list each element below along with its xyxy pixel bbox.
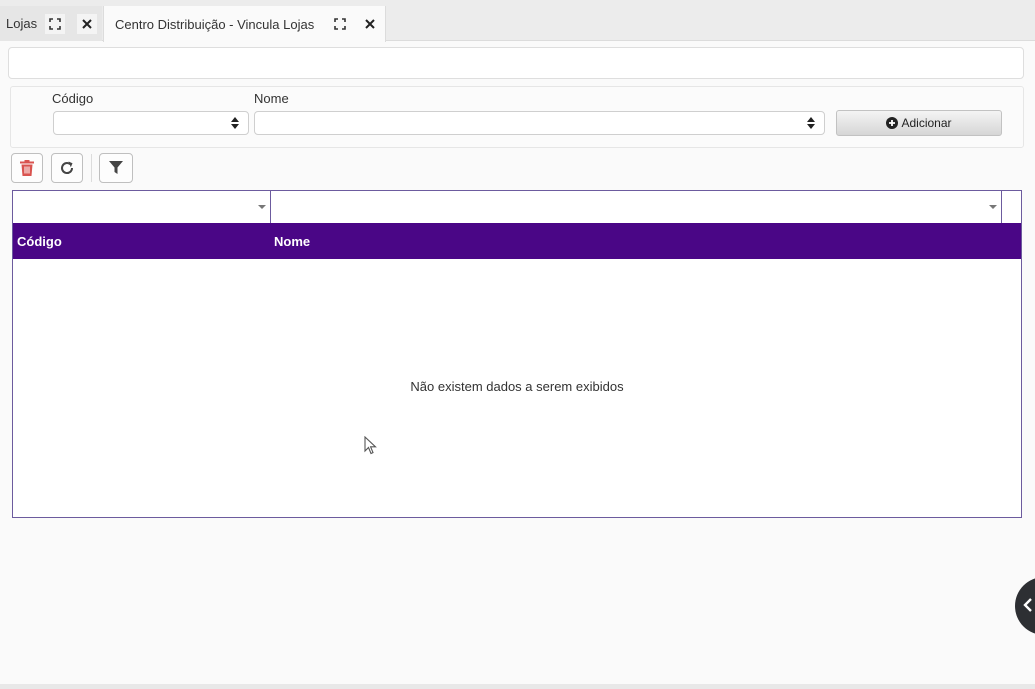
codigo-filter-cell[interactable] [13,191,271,223]
tab-bar: Lojas Centro Distribuição - Vincula Loja… [0,0,1035,42]
sort-arrows-icon [231,117,239,129]
top-panel [8,47,1024,79]
delete-button[interactable] [11,153,43,183]
tab-label: Lojas [6,16,38,31]
add-button[interactable]: Adicionar [836,110,1002,136]
tab-centro-distribuicao[interactable]: Centro Distribuição - Vincula Lojas [103,6,386,42]
plus-circle-icon [886,117,899,129]
filter-button[interactable] [99,153,133,183]
chevron-left-icon [1023,598,1032,612]
expand-icon[interactable] [45,14,65,34]
sort-arrows-icon [807,117,815,129]
column-header-codigo[interactable]: Código [17,234,62,249]
caret-down-icon [258,205,266,209]
grid-filter-row [13,191,1021,223]
refresh-button[interactable] [51,153,83,183]
grid-header: Código Nome [13,223,1021,259]
nome-filter-cell[interactable] [271,191,1002,223]
side-panel-toggle-button[interactable] [1015,577,1035,635]
trash-icon [20,160,34,176]
expand-icon[interactable] [330,14,350,34]
add-button-label: Adicionar [901,116,952,130]
close-icon[interactable] [360,14,380,34]
codigo-select[interactable] [53,111,249,135]
tab-lojas[interactable]: Lojas [0,6,102,41]
toolbar-divider [91,154,92,182]
data-grid: Código Nome Não existem dados a serem ex… [12,190,1022,518]
caret-down-icon [989,205,997,209]
empty-message: Não existem dados a serem exibidos [410,379,624,394]
filter-icon [109,161,123,174]
bottom-border [0,684,1035,689]
refresh-icon [61,161,74,174]
nome-label: Nome [254,91,289,106]
mouse-cursor-icon [364,436,377,455]
tab-label: Centro Distribuição - Vincula Lojas [115,16,315,32]
column-header-nome[interactable]: Nome [274,234,310,249]
close-icon[interactable] [77,14,97,34]
codigo-label: Código [52,91,94,106]
nome-select[interactable] [254,111,825,135]
